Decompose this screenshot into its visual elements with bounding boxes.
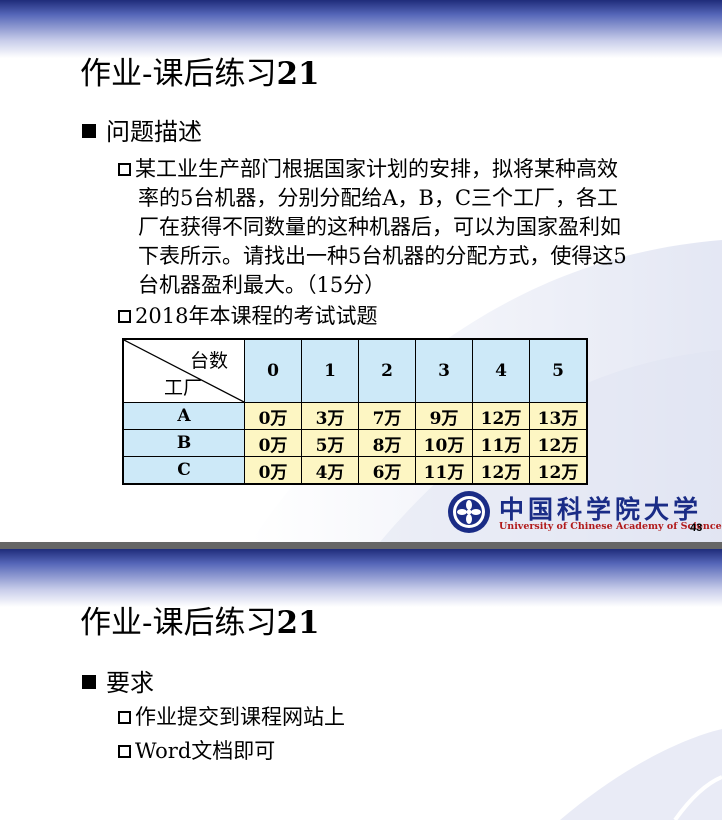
table-cell: 4万 bbox=[301, 456, 359, 485]
corner-label-factory: 工厂 bbox=[164, 377, 203, 399]
corner-cell: 台数 工厂 bbox=[122, 338, 245, 403]
table-cell: 12万 bbox=[472, 456, 530, 485]
slide-1: 作业-课后练习21 问题描述 某工业生产部门根据国家计划的安排，拟将某种高效 率… bbox=[0, 0, 722, 542]
requirement-item: 作业提交到课程网站上 bbox=[118, 703, 345, 732]
slide-title: 作业-课后练习21 bbox=[80, 56, 320, 92]
hollow-square-bullet-icon bbox=[118, 310, 131, 323]
page-number: 43 bbox=[690, 522, 703, 534]
table-cell: 13万 bbox=[529, 402, 588, 430]
column-header: 1 bbox=[301, 338, 359, 403]
square-bullet-icon bbox=[82, 675, 96, 689]
problem-description: 某工业生产部门根据国家计划的安排，拟将某种高效 率的5台机器，分别分配给A，B，… bbox=[118, 155, 703, 300]
table-cell: 12万 bbox=[529, 456, 588, 485]
section-heading: 问题描述 bbox=[82, 112, 202, 147]
column-header: 4 bbox=[472, 338, 530, 403]
table-cell: 7万 bbox=[358, 402, 416, 430]
ucas-emblem-icon bbox=[448, 491, 490, 533]
table-cell: 9万 bbox=[415, 402, 473, 430]
square-bullet-icon bbox=[82, 124, 96, 138]
table-row: C 0万 4万 6万 11万 12万 12万 bbox=[122, 456, 588, 485]
hollow-square-bullet-icon bbox=[118, 711, 131, 724]
profit-table: 台数 工厂 0 1 2 3 4 5 A 0万 3万 7万 9万 12万 13万 … bbox=[122, 338, 588, 485]
table-cell: 8万 bbox=[358, 429, 416, 457]
slide-separator bbox=[0, 542, 722, 549]
column-header: 5 bbox=[529, 338, 588, 403]
slide-title: 作业-课后练习21 bbox=[80, 605, 320, 641]
slide-2: 作业-课后练习21 要求 作业提交到课程网站上 Word文档即可 bbox=[0, 549, 722, 820]
table-cell: 11万 bbox=[415, 456, 473, 485]
table-cell: 12万 bbox=[472, 402, 530, 430]
table-header-row: 台数 工厂 0 1 2 3 4 5 bbox=[122, 338, 588, 403]
column-header: 0 bbox=[244, 338, 302, 403]
hollow-square-bullet-icon bbox=[118, 163, 131, 176]
requirement-item: Word文档即可 bbox=[118, 737, 275, 766]
row-header: A bbox=[122, 402, 245, 430]
row-header: B bbox=[122, 429, 245, 457]
table-cell: 12万 bbox=[529, 429, 588, 457]
corner-label-count: 台数 bbox=[189, 350, 228, 372]
table-cell: 3万 bbox=[301, 402, 359, 430]
table-row: B 0万 5万 8万 10万 11万 12万 bbox=[122, 429, 588, 457]
logo-english-name: University of Chinese Academy of Science… bbox=[499, 521, 722, 532]
exam-note: 2018年本课程的考试试题 bbox=[118, 302, 377, 331]
table-cell: 0万 bbox=[244, 456, 302, 485]
table-cell: 5万 bbox=[301, 429, 359, 457]
table-cell: 6万 bbox=[358, 456, 416, 485]
table-row: A 0万 3万 7万 9万 12万 13万 bbox=[122, 402, 588, 430]
table-cell: 0万 bbox=[244, 429, 302, 457]
row-header: C bbox=[122, 456, 245, 485]
column-header: 2 bbox=[358, 338, 416, 403]
table-cell: 0万 bbox=[244, 402, 302, 430]
ucas-logo: 中国科学院大学 University of Chinese Academy of… bbox=[447, 490, 722, 536]
table-cell: 10万 bbox=[415, 429, 473, 457]
hollow-square-bullet-icon bbox=[118, 745, 131, 758]
section-heading: 要求 bbox=[82, 663, 154, 698]
table-cell: 11万 bbox=[472, 429, 530, 457]
column-header: 3 bbox=[415, 338, 473, 403]
